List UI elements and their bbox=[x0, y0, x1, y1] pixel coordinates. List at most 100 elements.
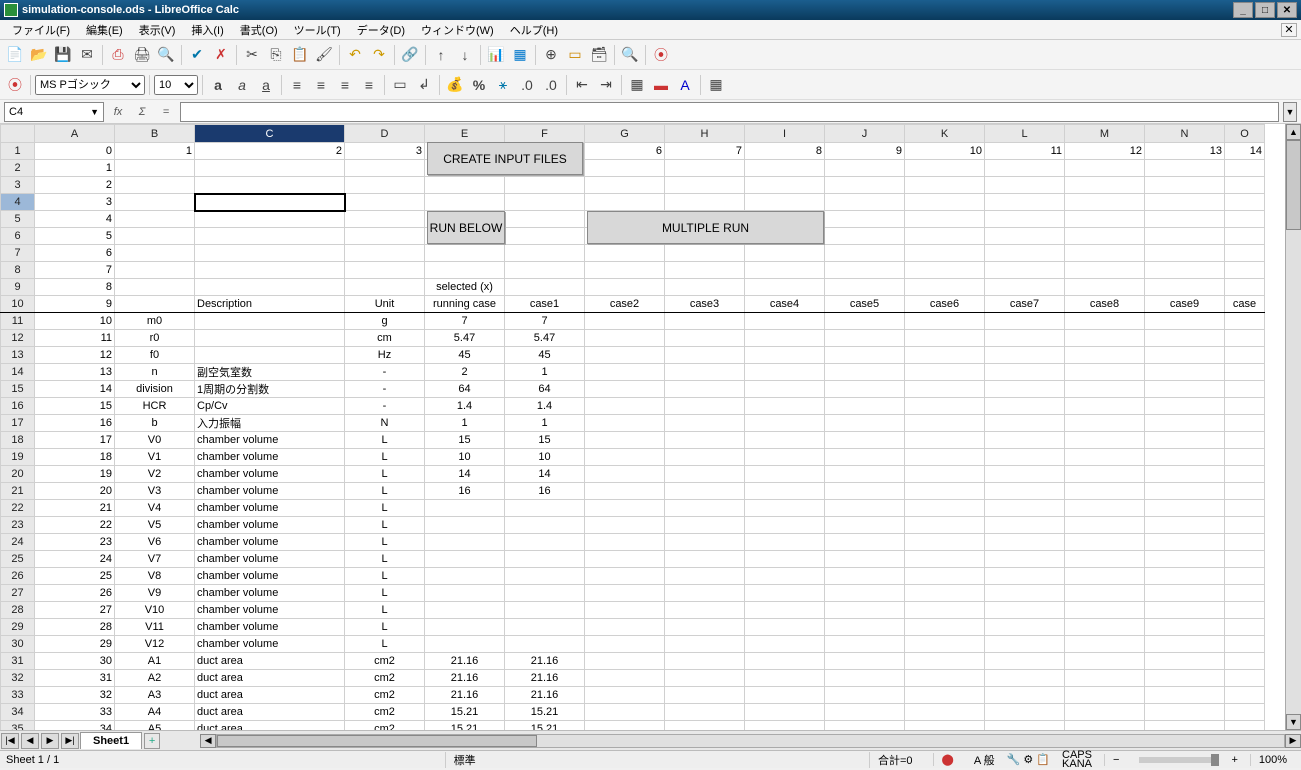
column-header-C[interactable]: C bbox=[195, 125, 345, 143]
cell-O22[interactable] bbox=[1225, 500, 1265, 517]
cell-E20[interactable]: 14 bbox=[425, 466, 505, 483]
border-icon[interactable]: ▦ bbox=[626, 74, 648, 96]
cell-G14[interactable] bbox=[585, 364, 665, 381]
cell-M32[interactable] bbox=[1065, 670, 1145, 687]
row-header-11[interactable]: 11 bbox=[1, 313, 35, 330]
cell-F9[interactable] bbox=[505, 279, 585, 296]
indent-inc-icon[interactable]: ⇥ bbox=[595, 74, 617, 96]
cell-L9[interactable] bbox=[985, 279, 1065, 296]
cell-D32[interactable]: cm2 bbox=[345, 670, 425, 687]
create-input-files-button[interactable]: CREATE INPUT FILES bbox=[427, 142, 583, 175]
cell-L3[interactable] bbox=[985, 177, 1065, 194]
cell-H1[interactable]: 7 bbox=[665, 143, 745, 160]
navigator-icon[interactable]: ⊕ bbox=[540, 44, 562, 66]
bgcolor-icon[interactable]: ▬ bbox=[650, 74, 672, 96]
cell-H8[interactable] bbox=[665, 262, 745, 279]
cell-J20[interactable] bbox=[825, 466, 905, 483]
cell-I19[interactable] bbox=[745, 449, 825, 466]
cell-B2[interactable] bbox=[115, 160, 195, 177]
cell-F25[interactable] bbox=[505, 551, 585, 568]
cell-M3[interactable] bbox=[1065, 177, 1145, 194]
cell-M1[interactable]: 12 bbox=[1065, 143, 1145, 160]
cell-L28[interactable] bbox=[985, 602, 1065, 619]
cell-O18[interactable] bbox=[1225, 432, 1265, 449]
cell-I29[interactable] bbox=[745, 619, 825, 636]
cell-D29[interactable]: L bbox=[345, 619, 425, 636]
cell-H7[interactable] bbox=[665, 245, 745, 262]
column-header-N[interactable]: N bbox=[1145, 125, 1225, 143]
cell-L19[interactable] bbox=[985, 449, 1065, 466]
cell-C5[interactable] bbox=[195, 211, 345, 228]
cell-C31[interactable]: duct area bbox=[195, 653, 345, 670]
cell-D2[interactable] bbox=[345, 160, 425, 177]
new-icon[interactable]: 📄 bbox=[4, 44, 26, 66]
cell-M20[interactable] bbox=[1065, 466, 1145, 483]
column-header-J[interactable]: J bbox=[825, 125, 905, 143]
cell-A34[interactable]: 33 bbox=[35, 704, 115, 721]
row-header-30[interactable]: 30 bbox=[1, 636, 35, 653]
cell-I7[interactable] bbox=[745, 245, 825, 262]
cell-H33[interactable] bbox=[665, 687, 745, 704]
cell-A11[interactable]: 10 bbox=[35, 313, 115, 330]
cell-F35[interactable]: 15.21 bbox=[505, 721, 585, 731]
cell-N1[interactable]: 13 bbox=[1145, 143, 1225, 160]
cell-M26[interactable] bbox=[1065, 568, 1145, 585]
cell-E11[interactable]: 7 bbox=[425, 313, 505, 330]
cell-I20[interactable] bbox=[745, 466, 825, 483]
cell-L35[interactable] bbox=[985, 721, 1065, 731]
cell-I13[interactable] bbox=[745, 347, 825, 364]
cell-L26[interactable] bbox=[985, 568, 1065, 585]
cell-M14[interactable] bbox=[1065, 364, 1145, 381]
cell-A4[interactable]: 3 bbox=[35, 194, 115, 211]
font-name-select[interactable]: MS Pゴシック bbox=[35, 75, 145, 95]
row-header-23[interactable]: 23 bbox=[1, 517, 35, 534]
cell-C11[interactable] bbox=[195, 313, 345, 330]
cell-J35[interactable] bbox=[825, 721, 905, 731]
cell-K13[interactable] bbox=[905, 347, 985, 364]
cell-F33[interactable]: 21.16 bbox=[505, 687, 585, 704]
row-header-17[interactable]: 17 bbox=[1, 415, 35, 432]
indent-dec-icon[interactable]: ⇤ bbox=[571, 74, 593, 96]
cell-G12[interactable] bbox=[585, 330, 665, 347]
cell-H34[interactable] bbox=[665, 704, 745, 721]
cell-G22[interactable] bbox=[585, 500, 665, 517]
cell-D1[interactable]: 3 bbox=[345, 143, 425, 160]
cell-G27[interactable] bbox=[585, 585, 665, 602]
cell-M7[interactable] bbox=[1065, 245, 1145, 262]
cell-E33[interactable]: 21.16 bbox=[425, 687, 505, 704]
cell-O11[interactable] bbox=[1225, 313, 1265, 330]
cell-E28[interactable] bbox=[425, 602, 505, 619]
cell-L17[interactable] bbox=[985, 415, 1065, 432]
cell-M21[interactable] bbox=[1065, 483, 1145, 500]
cell-D26[interactable]: L bbox=[345, 568, 425, 585]
cell-O35[interactable] bbox=[1225, 721, 1265, 731]
cell-H13[interactable] bbox=[665, 347, 745, 364]
font-size-select[interactable]: 10 bbox=[154, 75, 198, 95]
cell-G34[interactable] bbox=[585, 704, 665, 721]
cell-N30[interactable] bbox=[1145, 636, 1225, 653]
cell-F18[interactable]: 15 bbox=[505, 432, 585, 449]
cell-A21[interactable]: 20 bbox=[35, 483, 115, 500]
cell-B24[interactable]: V6 bbox=[115, 534, 195, 551]
cell-F11[interactable]: 7 bbox=[505, 313, 585, 330]
cell-F6[interactable] bbox=[505, 228, 585, 245]
row-header-25[interactable]: 25 bbox=[1, 551, 35, 568]
cell-G32[interactable] bbox=[585, 670, 665, 687]
cell-H32[interactable] bbox=[665, 670, 745, 687]
cell-A6[interactable]: 5 bbox=[35, 228, 115, 245]
cell-J31[interactable] bbox=[825, 653, 905, 670]
cell-G29[interactable] bbox=[585, 619, 665, 636]
cell-A35[interactable]: 34 bbox=[35, 721, 115, 731]
row-header-10[interactable]: 10 bbox=[1, 296, 35, 313]
cell-M31[interactable] bbox=[1065, 653, 1145, 670]
cell-I24[interactable] bbox=[745, 534, 825, 551]
row-header-26[interactable]: 26 bbox=[1, 568, 35, 585]
cell-K1[interactable]: 10 bbox=[905, 143, 985, 160]
cell-O12[interactable] bbox=[1225, 330, 1265, 347]
cell-G17[interactable] bbox=[585, 415, 665, 432]
cell-M15[interactable] bbox=[1065, 381, 1145, 398]
cell-L29[interactable] bbox=[985, 619, 1065, 636]
column-header-L[interactable]: L bbox=[985, 125, 1065, 143]
column-header-E[interactable]: E bbox=[425, 125, 505, 143]
cell-D14[interactable]: - bbox=[345, 364, 425, 381]
